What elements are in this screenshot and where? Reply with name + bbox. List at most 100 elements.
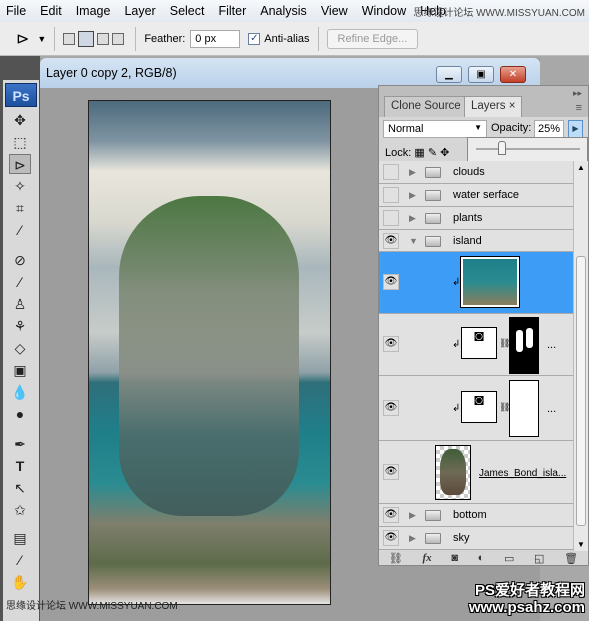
scroll-up-icon[interactable]: ▲ bbox=[577, 163, 585, 172]
menu-image[interactable]: Image bbox=[76, 4, 111, 18]
expand-icon[interactable]: ▶ bbox=[409, 213, 416, 224]
opacity-slider-button[interactable]: ▶ bbox=[568, 120, 583, 138]
add-selection-icon[interactable] bbox=[78, 30, 95, 47]
new-group-icon[interactable]: ▭ bbox=[504, 552, 514, 565]
layer-row[interactable]: ▶ clouds bbox=[379, 161, 573, 184]
lock-transparency-icon[interactable]: ▦ bbox=[414, 147, 424, 159]
mask-thumbnail bbox=[509, 317, 539, 374]
more-indicator: ... bbox=[547, 339, 557, 351]
adjustment-layer-icon[interactable]: ◐ bbox=[478, 552, 485, 564]
eraser-icon[interactable]: ◇ bbox=[9, 338, 31, 358]
expand-icon[interactable]: ▶ bbox=[409, 533, 416, 544]
polygonal-lasso-icon[interactable]: ⊳ bbox=[16, 29, 29, 49]
notes-tool-icon[interactable]: ▤ bbox=[9, 528, 31, 548]
menu-view[interactable]: View bbox=[321, 4, 348, 18]
layer-row[interactable]: 👁 ▶ bottom bbox=[379, 504, 573, 527]
panel-menu-icon[interactable]: ≡ bbox=[576, 102, 582, 114]
menu-analysis[interactable]: Analysis bbox=[260, 4, 307, 18]
blur-tool-icon[interactable]: 💧 bbox=[9, 382, 31, 402]
lock-pixels-icon[interactable]: ✎ bbox=[428, 147, 437, 159]
layer-row[interactable]: ▶ plants bbox=[379, 207, 573, 230]
tool-preset-dropdown[interactable]: ▼ bbox=[37, 34, 46, 44]
layer-row[interactable]: 👁 ▶ sky bbox=[379, 527, 573, 550]
pen-tool-icon[interactable]: ✒ bbox=[9, 434, 31, 454]
visibility-toggle[interactable] bbox=[383, 210, 399, 226]
expand-icon[interactable]: ▶ bbox=[409, 167, 416, 178]
layer-row[interactable]: 👁 ↲ ◙ ⛓... bbox=[379, 376, 573, 441]
tab-layers[interactable]: Layers × bbox=[464, 96, 523, 117]
eye-icon[interactable]: 👁 bbox=[383, 507, 399, 523]
fx-icon[interactable]: fx bbox=[422, 552, 431, 564]
mask-thumbnail bbox=[509, 380, 539, 437]
subtract-selection-icon[interactable] bbox=[97, 32, 110, 45]
eye-icon[interactable]: 👁 bbox=[383, 400, 399, 416]
lock-label: Lock: bbox=[385, 147, 412, 159]
layer-row[interactable]: 👁 James_Bond_isla... bbox=[379, 441, 573, 504]
antialias-checkbox[interactable]: ✓ bbox=[248, 32, 261, 45]
intersect-selection-icon[interactable] bbox=[112, 32, 125, 45]
scroll-thumb[interactable] bbox=[576, 256, 586, 526]
eye-icon[interactable]: 👁 bbox=[383, 336, 399, 352]
dodge-tool-icon[interactable]: ● bbox=[9, 404, 31, 424]
watermark-line2: www.psahz.com bbox=[468, 599, 585, 616]
menu-edit[interactable]: Edit bbox=[40, 4, 62, 18]
close-tab-icon[interactable]: × bbox=[509, 100, 516, 112]
trash-icon[interactable]: 🗑 bbox=[564, 552, 578, 565]
magic-wand-icon[interactable]: ✧ bbox=[9, 176, 31, 196]
slider-thumb[interactable] bbox=[498, 141, 506, 155]
add-mask-icon[interactable]: ◙ bbox=[451, 552, 458, 564]
type-tool-icon[interactable]: T bbox=[9, 456, 31, 476]
feather-input[interactable]: 0 px bbox=[190, 29, 241, 48]
collapse-icon[interactable]: ▼ bbox=[409, 236, 418, 246]
eye-icon[interactable]: 👁 bbox=[383, 233, 399, 249]
move-tool-icon[interactable]: ✥ bbox=[9, 110, 31, 130]
maximize-button[interactable]: ▣ bbox=[468, 66, 494, 83]
gradient-tool-icon[interactable]: ▣ bbox=[9, 360, 31, 380]
layer-row[interactable]: ▶ water serface bbox=[379, 184, 573, 207]
eyedropper-icon[interactable]: ⁄ bbox=[9, 550, 31, 570]
toolbox: ✥ ⬚ ⊳ ✧ ⌗ ⁄ ⊘ ∕ ♙ ⚘ ◇ ▣ 💧 ● ✒ T ↖ ✩ ▤ ⁄ … bbox=[3, 80, 39, 621]
close-button[interactable]: ✕ bbox=[500, 66, 526, 83]
healing-brush-icon[interactable]: ⊘ bbox=[9, 250, 31, 270]
opacity-slider[interactable] bbox=[467, 137, 588, 163]
new-selection-icon[interactable] bbox=[63, 32, 76, 45]
history-brush-icon[interactable]: ⚘ bbox=[9, 316, 31, 336]
lock-position-icon[interactable]: ✥ bbox=[440, 147, 449, 159]
layers-toolbar: ⛓ fx ◙ ◐ ▭ ◱ 🗑 bbox=[379, 550, 588, 566]
layer-row[interactable]: 👁 ▼ island bbox=[379, 230, 573, 252]
eye-icon[interactable]: 👁 bbox=[383, 274, 399, 290]
menu-window[interactable]: Window bbox=[362, 4, 406, 18]
panel-collapse-icon[interactable]: ▸▸ bbox=[573, 88, 582, 99]
crop-tool-icon[interactable]: ⌗ bbox=[9, 198, 31, 218]
visibility-toggle[interactable] bbox=[383, 187, 399, 203]
new-layer-icon[interactable]: ◱ bbox=[534, 552, 544, 565]
expand-icon[interactable]: ▶ bbox=[409, 510, 416, 521]
blend-mode-select[interactable]: Normal ▼ bbox=[383, 120, 487, 138]
eye-icon[interactable]: 👁 bbox=[383, 530, 399, 546]
path-selection-icon[interactable]: ↖ bbox=[9, 478, 31, 498]
menu-layer[interactable]: Layer bbox=[124, 4, 155, 18]
minimize-button[interactable]: ▁ bbox=[436, 66, 462, 83]
layers-scrollbar[interactable]: ▲ ▼ bbox=[573, 161, 588, 551]
refine-edge-button[interactable]: Refine Edge... bbox=[326, 28, 419, 49]
layer-row[interactable]: 👁 ↲ ◙ ⛓... bbox=[379, 314, 573, 376]
custom-shape-icon[interactable]: ✩ bbox=[9, 500, 31, 520]
menu-select[interactable]: Select bbox=[170, 4, 205, 18]
tab-clone-source[interactable]: Clone Source bbox=[384, 96, 468, 117]
opacity-input[interactable]: 25% bbox=[534, 120, 564, 138]
scroll-down-icon[interactable]: ▼ bbox=[577, 540, 585, 549]
eye-icon[interactable]: 👁 bbox=[383, 464, 399, 480]
eyedropper-icon[interactable]: ⁄ bbox=[9, 220, 31, 240]
brush-tool-icon[interactable]: ∕ bbox=[9, 272, 31, 292]
hand-tool-icon[interactable]: ✋ bbox=[9, 572, 31, 592]
link-layers-icon[interactable]: ⛓ bbox=[389, 552, 403, 565]
clone-stamp-icon[interactable]: ♙ bbox=[9, 294, 31, 314]
lasso-tool-icon[interactable]: ⊳ bbox=[9, 154, 31, 174]
menu-filter[interactable]: Filter bbox=[218, 4, 246, 18]
expand-icon[interactable]: ▶ bbox=[409, 190, 416, 201]
layer-row-selected[interactable]: 👁 ↲ bbox=[379, 252, 573, 314]
visibility-toggle[interactable] bbox=[383, 164, 399, 180]
menu-file[interactable]: File bbox=[6, 4, 26, 18]
marquee-tool-icon[interactable]: ⬚ bbox=[9, 132, 31, 152]
canvas-image[interactable] bbox=[88, 100, 331, 605]
